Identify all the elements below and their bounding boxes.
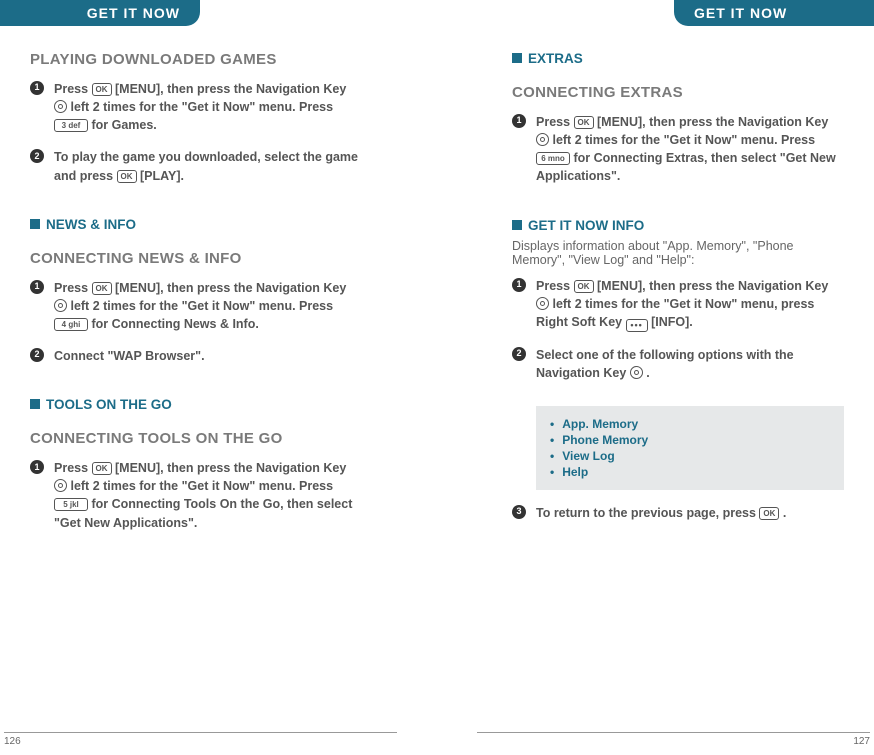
text: Press — [536, 115, 574, 129]
text: Connect "WAP Browser". — [54, 349, 205, 363]
step-number: 1 — [512, 114, 526, 128]
page-number-left: 126 — [4, 732, 397, 747]
text: TOOLS ON THE GO — [46, 397, 172, 412]
step: 1 Press OK [MENU], then press the Naviga… — [30, 80, 362, 148]
square-bullet-icon — [30, 219, 40, 229]
ok-key-icon: OK — [92, 83, 112, 96]
page-right: GET IT NOW EXTRAS CONNECTING EXTRAS 1 Pr… — [437, 0, 874, 755]
step-number: 1 — [30, 460, 44, 474]
text: Press — [54, 461, 92, 475]
text: [MENU], then press the Navigation Key — [594, 115, 829, 129]
step: 1 Press OK [MENU], then press the Naviga… — [30, 459, 362, 546]
step: 1 Press OK [MENU], then press the Naviga… — [30, 279, 362, 347]
steps-tools: 1 Press OK [MENU], then press the Naviga… — [30, 459, 362, 546]
step-number: 1 — [30, 81, 44, 95]
heading-connecting-tools: CONNECTING TOOLS ON THE GO — [30, 430, 362, 447]
step-number: 2 — [30, 149, 44, 163]
square-bullet-icon — [30, 399, 40, 409]
text: To play the game you downloaded, select … — [54, 150, 358, 182]
text: left 2 times for the "Get it Now" menu. … — [67, 100, 333, 114]
text: for Games. — [88, 118, 157, 132]
text: EXTRAS — [528, 51, 583, 66]
option-item: Help — [550, 464, 830, 480]
steps-playing-games: 1 Press OK [MENU], then press the Naviga… — [30, 80, 362, 199]
steps-news: 1 Press OK [MENU], then press the Naviga… — [30, 279, 362, 380]
option-item: App. Memory — [550, 416, 830, 432]
step: 2 Connect "WAP Browser". — [30, 347, 362, 379]
step: 1 Press OK [MENU], then press the Naviga… — [512, 113, 844, 200]
text: left 2 times for the "Get it Now" menu. … — [67, 479, 333, 493]
options-box: App. Memory Phone Memory View Log Help — [536, 406, 844, 490]
text: for Connecting News & Info. — [88, 317, 259, 331]
text: left 2 times for the "Get it Now" menu. … — [549, 133, 815, 147]
text: Press — [54, 82, 92, 96]
text: for Connecting Extras, then select "Get … — [536, 151, 836, 183]
steps-info: 1 Press OK [MENU], then press the Naviga… — [512, 277, 844, 397]
subheading-get-it-now-info: GET IT NOW INFO — [512, 218, 844, 233]
page-left: GET IT NOW PLAYING DOWNLOADED GAMES 1 Pr… — [0, 0, 437, 755]
ok-key-icon: OK — [117, 170, 137, 183]
option-item: View Log — [550, 448, 830, 464]
nav-key-icon — [54, 100, 67, 113]
header-tab-right: GET IT NOW — [674, 0, 874, 26]
key-6-icon: 6 mno — [536, 152, 570, 165]
key-4-icon: 4 ghi — [54, 318, 88, 331]
step-number: 2 — [30, 348, 44, 362]
step: 3 To return to the previous page, press … — [512, 504, 844, 536]
manual-spread: GET IT NOW PLAYING DOWNLOADED GAMES 1 Pr… — [0, 0, 874, 755]
nav-key-icon — [54, 479, 67, 492]
header-tab-left: GET IT NOW — [0, 0, 200, 26]
page-number-right: 127 — [477, 732, 870, 747]
text: NEWS & INFO — [46, 217, 136, 232]
text: Press — [54, 281, 92, 295]
text: [MENU], then press the Navigation Key — [112, 281, 347, 295]
text: left 2 times for the "Get it Now" menu. … — [67, 299, 333, 313]
nav-key-icon — [536, 297, 549, 310]
ok-key-icon: OK — [92, 282, 112, 295]
key-3-icon: 3 def — [54, 119, 88, 132]
steps-info-cont: 3 To return to the previous page, press … — [512, 504, 844, 536]
text: [INFO]. — [648, 315, 693, 329]
subheading-tools: TOOLS ON THE GO — [30, 397, 362, 412]
heading-connecting-extras: CONNECTING EXTRAS — [512, 84, 844, 101]
text: [MENU], then press the Navigation Key — [112, 82, 347, 96]
soft-key-dots-icon: ••• — [626, 319, 648, 332]
step: 1 Press OK [MENU], then press the Naviga… — [512, 277, 844, 346]
subheading-news-info: NEWS & INFO — [30, 217, 362, 232]
nav-key-icon — [536, 133, 549, 146]
step: 2 Select one of the following options wi… — [512, 346, 844, 396]
text: for Connecting Tools On the Go, then sel… — [54, 497, 352, 529]
text: [MENU], then press the Navigation Key — [112, 461, 347, 475]
text: . — [643, 366, 650, 380]
text: . — [779, 506, 786, 520]
square-bullet-icon — [512, 53, 522, 63]
text: Select one of the following options with… — [536, 348, 794, 380]
step: 2 To play the game you downloaded, selec… — [30, 148, 362, 198]
heading-connecting-news: CONNECTING NEWS & INFO — [30, 250, 362, 267]
text: To return to the previous page, press — [536, 506, 759, 520]
info-lead-text: Displays information about "App. Memory"… — [512, 239, 844, 267]
step-number: 1 — [512, 278, 526, 292]
text: Press — [536, 279, 574, 293]
ok-key-icon: OK — [759, 507, 779, 520]
step-number: 2 — [512, 347, 526, 361]
square-bullet-icon — [512, 220, 522, 230]
text: [PLAY]. — [137, 169, 184, 183]
subheading-extras: EXTRAS — [512, 51, 844, 66]
nav-key-icon — [630, 366, 643, 379]
step-number: 3 — [512, 505, 526, 519]
ok-key-icon: OK — [574, 280, 594, 293]
text: GET IT NOW INFO — [528, 218, 644, 233]
text: [MENU], then press the Navigation Key — [594, 279, 829, 293]
option-item: Phone Memory — [550, 432, 830, 448]
key-5-icon: 5 jkl — [54, 498, 88, 511]
ok-key-icon: OK — [574, 116, 594, 129]
ok-key-icon: OK — [92, 462, 112, 475]
step-number: 1 — [30, 280, 44, 294]
nav-key-icon — [54, 299, 67, 312]
steps-extras: 1 Press OK [MENU], then press the Naviga… — [512, 113, 844, 200]
heading-playing-games: PLAYING DOWNLOADED GAMES — [30, 51, 362, 68]
